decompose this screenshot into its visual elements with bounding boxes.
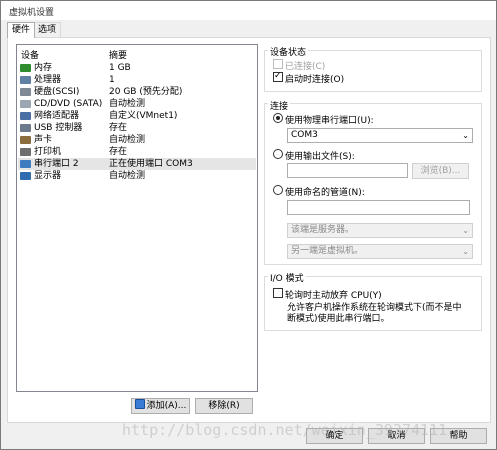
physical-port-value: COM3 (291, 130, 318, 140)
device-name: 内存 (34, 63, 53, 73)
network-adapter-icon (20, 112, 31, 120)
remove-device-label: 移除(R) (208, 401, 240, 411)
connected-label: 已连接(C) (285, 62, 326, 72)
device-name: 串行端口 2 (34, 159, 79, 169)
printer-icon (20, 148, 31, 156)
device-list-header: 设备 摘要 (17, 45, 257, 61)
usb-controller-icon (20, 124, 31, 132)
device-summary: 正在使用端口 COM3 (109, 159, 193, 169)
device-summary: 存在 (109, 123, 128, 133)
title-bar: 虚拟机设置 (1, 1, 496, 20)
device-row[interactable]: 处理器 1 (18, 74, 256, 86)
device-row[interactable]: 声卡 自动检测 (18, 134, 256, 146)
chevron-down-icon: ⌄ (462, 247, 469, 256)
help-label: 帮助 (449, 431, 468, 441)
device-name: 声卡 (34, 135, 53, 145)
processor-icon (20, 76, 31, 84)
device-name: USB 控制器 (34, 123, 83, 133)
device-summary: 20 GB (预先分配) (109, 87, 183, 97)
browse-button[interactable]: 浏览(B)... (412, 163, 469, 179)
remove-device-button[interactable]: 移除(R) (195, 398, 253, 414)
device-row[interactable]: CD/DVD (SATA) 自动检测 (18, 98, 256, 110)
device-list[interactable]: 设备 摘要 内存 1 GB 处理器 1 硬盘(SCSI) 20 GB (预先分配) CD/D… (16, 44, 258, 392)
named-pipe-input[interactable] (287, 200, 470, 215)
harddisk-icon (20, 88, 31, 96)
connect-at-power-on-checkbox[interactable]: ✓ (273, 71, 283, 82)
output-file-radio[interactable] (273, 149, 283, 159)
device-row[interactable]: 串行端口 2 正在使用端口 COM3 (18, 158, 256, 170)
device-summary: 存在 (109, 147, 128, 157)
tab-hardware-label: 硬件 (12, 25, 31, 35)
device-name: 网络适配器 (34, 111, 80, 121)
display-icon (20, 172, 31, 180)
device-name: 处理器 (34, 75, 62, 85)
device-name: 显示器 (34, 171, 62, 181)
named-pipe-value (288, 201, 291, 211)
device-summary: 自动检测 (109, 135, 146, 145)
tab-hardware[interactable]: 硬件 (7, 22, 36, 38)
physical-port-label: 使用物理串行端口(U): (285, 116, 374, 126)
shield-icon (134, 399, 145, 409)
memory-icon (20, 64, 31, 72)
physical-port-select[interactable]: COM3 ⌄ (287, 128, 473, 143)
connection-title: 连接 (268, 99, 291, 112)
device-summary: 自定义(VMnet1) (109, 111, 178, 121)
yield-cpu-label: 轮询时主动放弃 CPU(Y) (285, 291, 382, 301)
add-device-label: 添加(A)... (146, 401, 187, 411)
tab-options[interactable]: 选项 (33, 22, 62, 38)
device-name: 打印机 (34, 147, 62, 157)
io-mode-description: 允许客户机操作系统在轮询模式下(而不是中断模式)使用此串行端口。 (287, 303, 462, 324)
chevron-down-icon: ⌄ (462, 226, 469, 235)
column-header-summary[interactable]: 摘要 (109, 48, 127, 61)
tab-options-label: 选项 (38, 25, 57, 35)
output-file-input[interactable] (287, 163, 408, 178)
device-summary: 自动检测 (109, 99, 146, 109)
device-summary: 1 (109, 75, 115, 85)
io-mode-title: I/O 模式 (268, 271, 306, 284)
device-summary: 自动检测 (109, 171, 146, 181)
output-file-label: 使用输出文件(S): (285, 152, 355, 162)
serial-port-icon (20, 160, 31, 168)
window-title: 虚拟机设置 (9, 8, 55, 18)
column-header-device[interactable]: 设备 (21, 48, 39, 61)
chevron-down-icon: ⌄ (462, 131, 469, 140)
radio-selected-dot (276, 116, 280, 120)
cd-dvd-icon (20, 100, 31, 108)
watermark-text: http://blog.csdn.net/weixin_39374111 (122, 421, 448, 439)
device-row[interactable]: 打印机 存在 (18, 146, 256, 158)
device-status-title: 设备状态 (268, 45, 309, 58)
checkmark-icon: ✓ (274, 71, 282, 81)
sound-card-icon (20, 136, 31, 144)
device-summary: 1 GB (109, 63, 131, 73)
pipe-end-select[interactable]: 该端是服务器。 ⌄ (287, 223, 473, 238)
browse-label: 浏览(B)... (420, 166, 461, 176)
pipe-end-value: 该端是服务器。 (291, 225, 355, 235)
device-row[interactable]: 内存 1 GB (18, 62, 256, 74)
device-name: 硬盘(SCSI) (34, 87, 80, 97)
connect-at-power-on-label: 启动时连接(O) (285, 75, 345, 85)
yield-cpu-checkbox[interactable] (273, 288, 283, 298)
named-pipe-radio[interactable] (273, 185, 283, 195)
device-name: CD/DVD (SATA) (34, 99, 103, 109)
device-row[interactable]: 硬盘(SCSI) 20 GB (预先分配) (18, 86, 256, 98)
named-pipe-label: 使用命名的管道(N): (285, 188, 365, 198)
other-end-value: 另一端是虚拟机。 (291, 246, 364, 256)
connected-checkbox[interactable] (273, 59, 283, 69)
add-device-button[interactable]: 添加(A)... (131, 398, 190, 414)
physical-port-radio[interactable] (273, 113, 283, 123)
device-row[interactable]: 显示器 自动检测 (18, 170, 256, 182)
output-file-value (288, 164, 291, 174)
device-row[interactable]: USB 控制器 存在 (18, 122, 256, 134)
device-row[interactable]: 网络适配器 自定义(VMnet1) (18, 110, 256, 122)
other-end-select[interactable]: 另一端是虚拟机。 ⌄ (287, 244, 473, 259)
